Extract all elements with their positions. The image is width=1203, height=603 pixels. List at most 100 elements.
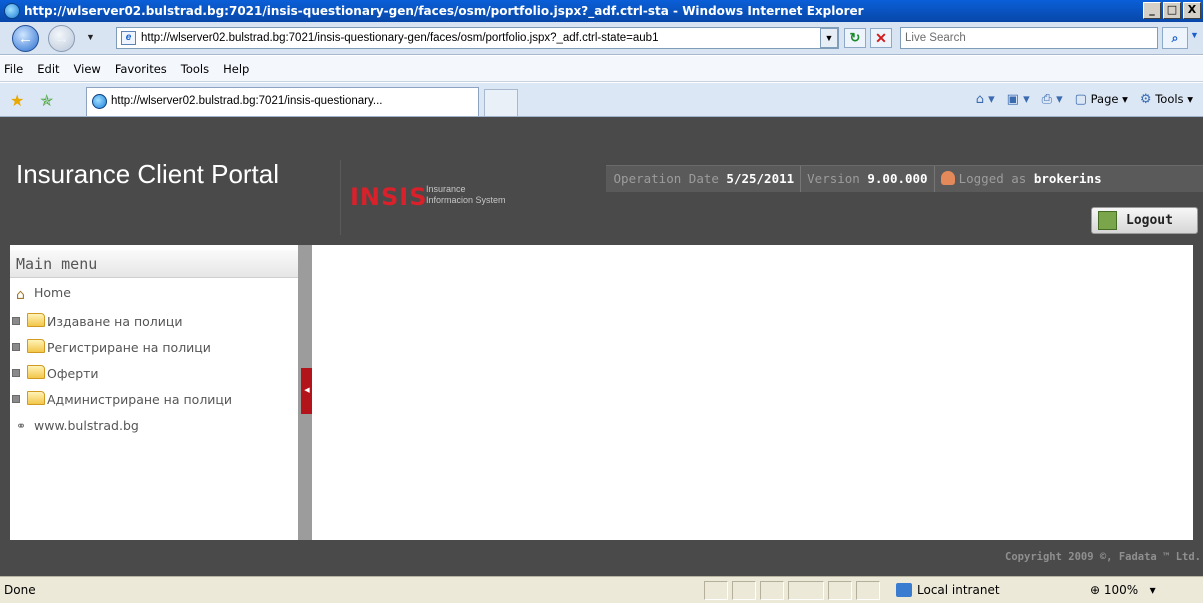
maximize-button[interactable]: □ <box>1163 2 1181 19</box>
main-content <box>312 245 1203 540</box>
expand-icon[interactable] <box>12 343 20 351</box>
status-cell <box>704 581 728 600</box>
sidebar-item-website-link[interactable]: ⚭ www.bulstrad.bg <box>16 418 139 433</box>
version-label: Version <box>807 171 860 186</box>
sidebar-item-label: Издаване на полици <box>47 314 183 329</box>
header-divider <box>340 160 341 235</box>
search-options-icon[interactable]: ▼ <box>1190 30 1199 40</box>
sidebar-item-offers[interactable]: Оферти <box>12 365 99 381</box>
page-icon: e <box>121 31 136 45</box>
expand-icon[interactable] <box>12 369 20 377</box>
insis-logo-subtitle: Insurance Informacion System <box>426 184 506 206</box>
refresh-button[interactable]: ↻ <box>844 28 866 48</box>
feeds-icon[interactable]: ▣ ▾ <box>1007 92 1030 107</box>
gear-icon: ⚙ <box>1139 92 1152 107</box>
status-cell <box>732 581 756 600</box>
zone-label: Local intranet <box>917 583 1000 597</box>
sidebar-item-label: Home <box>34 285 71 300</box>
logout-button[interactable]: Logout <box>1091 207 1198 234</box>
home-command-icon[interactable]: ⌂ ▾ <box>976 92 995 107</box>
folder-icon <box>27 313 45 327</box>
logo-subtitle-line2: Informacion System <box>426 195 506 205</box>
home-icon: ⌂ <box>16 287 25 303</box>
copyright: Copyright 2009 ©, Fadata ™ Ltd. <box>1005 551 1201 563</box>
version-value: 9.00.000 <box>867 171 928 186</box>
menu-edit[interactable]: Edit <box>37 62 59 76</box>
status-cell <box>788 581 824 600</box>
username: brokerins <box>1033 171 1102 186</box>
logout-icon <box>1098 211 1117 230</box>
close-button[interactable]: X <box>1183 2 1201 19</box>
tab-title: http://wlserver02.bulstrad.bg:7021/insis… <box>111 95 383 107</box>
page-menu-label: Page <box>1090 92 1119 106</box>
stop-button[interactable]: ✕ <box>870 28 892 48</box>
logout-label: Logout <box>1126 213 1173 228</box>
back-button[interactable]: ← <box>12 25 39 52</box>
page-icon: ▢ <box>1074 92 1087 107</box>
sidebar-item-label: www.bulstrad.bg <box>34 418 139 433</box>
sidebar-item-label: Оферти <box>47 366 99 381</box>
menu-favorites[interactable]: Favorites <box>115 62 167 76</box>
status-cell <box>760 581 784 600</box>
portal-title: Insurance Client Portal <box>16 159 280 189</box>
history-dropdown-icon[interactable]: ▼ <box>86 32 95 42</box>
command-bar: ⌂ ▾ ▣ ▾ ⎙ ▾ ▢ Page ▾ ⚙ Tools ▾ <box>976 92 1193 107</box>
tools-menu[interactable]: ⚙ Tools ▾ <box>1140 92 1193 107</box>
menu-tools[interactable]: Tools <box>181 62 209 76</box>
folder-icon <box>27 365 45 379</box>
print-icon[interactable]: ⎙ ▾ <box>1042 92 1063 107</box>
intranet-icon <box>896 583 912 597</box>
window-title: http://wlserver02.bulstrad.bg:7021/insis… <box>24 4 864 18</box>
menu-bar: File Edit View Favorites Tools Help <box>0 56 1203 82</box>
security-zone[interactable]: Local intranet <box>893 580 1000 601</box>
address-url: http://wlserver02.bulstrad.bg:7021/insis… <box>141 32 659 44</box>
forward-button[interactable]: → <box>48 25 75 52</box>
add-favorites-icon[interactable]: ✯ <box>40 91 53 111</box>
session-info-bar: Operation Date 5/25/2011 Version 9.00.000… <box>606 165 1203 192</box>
zoom-control[interactable]: ⊕ 100% ▾ <box>1090 580 1156 601</box>
sidebar-item-home[interactable]: ⌂ Home <box>16 285 71 303</box>
menu-view[interactable]: View <box>74 62 101 76</box>
zoom-dropdown-icon[interactable]: ▾ <box>1142 583 1156 597</box>
status-cell <box>856 581 880 600</box>
menu-help[interactable]: Help <box>223 62 249 76</box>
tab-ie-icon <box>92 94 107 109</box>
operation-date-value: 5/25/2011 <box>726 171 795 186</box>
sidebar-item-administer-policies[interactable]: Администриране на полици <box>12 391 232 407</box>
ie-logo-icon <box>4 3 20 19</box>
menu-file[interactable]: File <box>4 62 23 76</box>
insis-logo: INSIS <box>350 183 428 211</box>
tab-bar: ★ ✯ http://wlserver02.bulstrad.bg:7021/i… <box>0 83 1203 117</box>
right-frame <box>1193 245 1203 540</box>
search-icon[interactable]: ⌕ <box>1162 27 1188 49</box>
status-cell <box>828 581 852 600</box>
zoom-level: 100% <box>1103 583 1139 597</box>
search-input[interactable]: Live Search <box>900 27 1158 49</box>
expand-icon[interactable] <box>12 395 20 403</box>
page-menu[interactable]: ▢ Page ▾ <box>1075 92 1128 107</box>
folder-icon <box>27 391 45 405</box>
left-frame <box>0 245 10 568</box>
app-header-top <box>0 117 1203 150</box>
expand-icon[interactable] <box>12 317 20 325</box>
browser-status-bar: Done Local intranet ⊕ 100% ▾ <box>0 576 1203 603</box>
sidebar-item-register-policies[interactable]: Регистриране на полици <box>12 339 211 355</box>
zoom-icon: ⊕ <box>1090 583 1101 597</box>
window-title-bar: http://wlserver02.bulstrad.bg:7021/insis… <box>0 0 1203 22</box>
logged-as-label: Logged as <box>958 171 1027 186</box>
address-input[interactable]: e http://wlserver02.bulstrad.bg:7021/ins… <box>116 27 839 49</box>
sidebar-item-label: Администриране на полици <box>47 392 233 407</box>
logo-subtitle-line1: Insurance <box>426 184 466 194</box>
minimize-button[interactable]: _ <box>1143 2 1161 19</box>
favorites-star-icon[interactable]: ★ <box>10 91 24 111</box>
tab-active[interactable]: http://wlserver02.bulstrad.bg:7021/insis… <box>86 87 479 116</box>
link-icon: ⚭ <box>16 419 27 433</box>
folder-icon <box>27 339 45 353</box>
sidebar-item-label: Регистриране на полици <box>47 340 211 355</box>
new-tab-button[interactable] <box>484 89 518 116</box>
address-dropdown-icon[interactable]: ▼ <box>820 28 838 48</box>
status-text: Done <box>4 583 36 597</box>
sidebar-item-issue-policies[interactable]: Издаване на полици <box>12 313 183 329</box>
user-icon <box>940 171 955 185</box>
operation-date-label: Operation Date <box>613 171 719 186</box>
